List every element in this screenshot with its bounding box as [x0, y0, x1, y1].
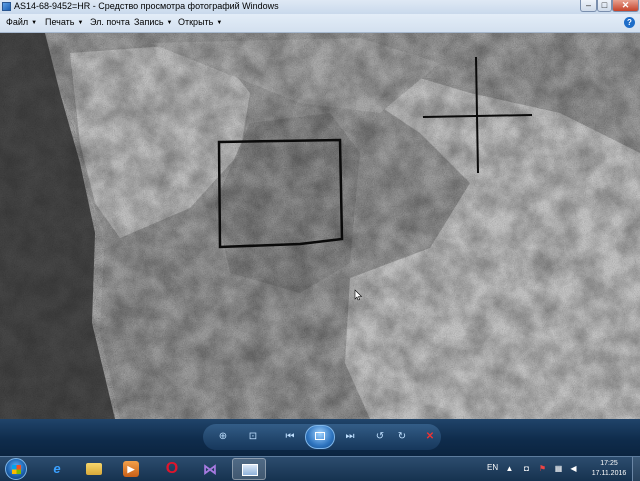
system-clock[interactable]: 17:25 17.11.2016 — [588, 459, 630, 479]
zoom-icon[interactable]: ⊕ — [211, 430, 235, 444]
photo-viewer-icon — [242, 464, 258, 476]
clock-time: 17:25 — [600, 460, 618, 467]
rotate-clockwise-icon[interactable]: ↻ — [395, 430, 409, 444]
menu-open-label: Открыть — [178, 17, 214, 27]
clock-date: 17.11.2016 — [591, 470, 627, 477]
input-language[interactable]: EN — [487, 463, 498, 472]
menu-print-label: Печать — [45, 17, 75, 27]
menu-burn-label: Запись — [134, 17, 164, 27]
visual-studio-icon: ⋈ — [203, 461, 217, 477]
maximize-button[interactable]: □ — [597, 0, 612, 12]
start-button[interactable] — [5, 458, 27, 480]
close-button[interactable]: ✕ — [612, 0, 639, 12]
menu-file[interactable]: Файл ▼ — [6, 17, 37, 27]
chevron-down-icon: ▼ — [166, 20, 173, 26]
viewer-control-bar: ⊕ ⊡ ⏮ ⏭ ↺ ↻ ✕ — [0, 419, 640, 456]
delete-icon[interactable]: ✕ — [423, 430, 437, 444]
action-center-flag-icon[interactable]: ⚑ — [538, 464, 547, 473]
menu-bar: Файл ▼ Печать ▼ Эл. почта Запись ▼ Открыть ▼… — [0, 14, 640, 33]
tray-arrow-icon[interactable]: ▲ — [505, 464, 514, 473]
photo-viewer-app-icon[interactable] — [2, 2, 11, 11]
chevron-down-icon: ▼ — [216, 20, 223, 26]
windows-logo-icon — [12, 465, 21, 474]
title-bar: AS14-68-9452=HR - Средство просмотра фот… — [0, 0, 640, 15]
menu-email-label: Эл. почта — [90, 17, 130, 27]
menu-email[interactable]: Эл. почта — [90, 17, 130, 27]
menu-file-label: Файл — [6, 17, 29, 27]
opera-icon: O — [165, 460, 179, 477]
chevron-down-icon: ▼ — [77, 20, 84, 26]
rotate-counterclockwise-icon[interactable]: ↺ — [373, 430, 387, 444]
volume-icon[interactable]: ◀ — [569, 464, 578, 473]
next-icon[interactable]: ⏭ — [342, 430, 358, 444]
taskbar-opera[interactable]: O — [155, 458, 189, 480]
minimize-button[interactable]: – — [580, 0, 597, 12]
media-player-icon: ▶ — [123, 461, 139, 477]
internet-explorer-icon: e — [53, 461, 61, 476]
help-icon[interactable]: ? — [624, 17, 635, 28]
menu-open[interactable]: Открыть ▼ — [178, 17, 222, 27]
chevron-down-icon: ▼ — [31, 20, 38, 26]
fit-to-window-icon[interactable]: ⊡ — [245, 430, 261, 444]
show-desktop-button[interactable] — [632, 457, 640, 481]
lunar-rock-photo — [0, 33, 640, 419]
menu-print[interactable]: Печать ▼ — [45, 17, 83, 27]
taskbar-media-player[interactable]: ▶ — [114, 458, 148, 480]
windows-taskbar: e ▶ O ⋈ EN ▲ ◘ ⚑ ▦ ◀ 17:25 17.11.2016 — [0, 456, 640, 481]
folder-icon — [86, 463, 102, 475]
usb-icon[interactable]: ◘ — [522, 464, 531, 473]
network-icon[interactable]: ▦ — [554, 464, 563, 473]
previous-icon[interactable]: ⏮ — [282, 430, 298, 444]
taskbar-internet-explorer[interactable]: e — [40, 458, 74, 480]
slideshow-button[interactable] — [305, 425, 335, 449]
taskbar-explorer[interactable] — [77, 458, 111, 480]
taskbar-photo-viewer[interactable] — [232, 458, 266, 480]
slideshow-icon — [315, 432, 325, 440]
window-title: AS14-68-9452=HR - Средство просмотра фот… — [14, 1, 279, 11]
photo-viewport[interactable] — [0, 33, 640, 419]
taskbar-visual-studio[interactable]: ⋈ — [193, 458, 227, 480]
menu-burn[interactable]: Запись ▼ — [134, 17, 172, 27]
